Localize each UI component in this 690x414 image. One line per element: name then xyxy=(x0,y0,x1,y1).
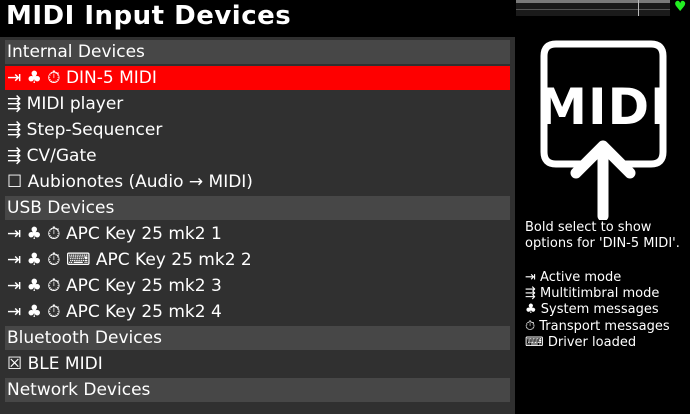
device-apc-key-25-3[interactable]: ⇥ ♣ ⏱ APC Key 25 mk2 3 xyxy=(5,274,510,298)
device-midi-player[interactable]: ⇶ MIDI player xyxy=(5,92,510,116)
legend-driver-loaded: ⌨ Driver loaded xyxy=(525,334,637,350)
section-network-devices: Network Devices xyxy=(5,378,510,402)
info-line-1: Bold select to show xyxy=(525,220,652,235)
title-bar: MIDI Input Devices xyxy=(0,0,515,36)
level-meter-line xyxy=(516,9,670,10)
level-meter xyxy=(516,0,670,16)
section-bluetooth-devices: Bluetooth Devices xyxy=(5,326,510,350)
device-apc-key-25-4[interactable]: ⇥ ♣ ⏱ APC Key 25 mk2 4 xyxy=(5,300,510,324)
legend-active-mode: ⇥ Active mode xyxy=(525,270,622,285)
legend-transport-messages: ⏱ Transport messages xyxy=(525,318,670,334)
legend: ⇥ Active mode ⇶ Multitimbral mode ♣ Syst… xyxy=(525,270,670,351)
legend-multitimbral-mode: ⇶ Multitimbral mode xyxy=(525,286,660,302)
arrow-up-icon xyxy=(570,140,636,220)
level-meter-bar xyxy=(516,0,670,3)
device-din5-midi[interactable]: ⇥ ♣ ⏱ DIN-5 MIDI xyxy=(5,66,510,90)
device-ble-midi[interactable]: ☒ BLE MIDI xyxy=(5,352,510,376)
info-text: Bold select to show options for 'DIN-5 M… xyxy=(525,220,680,252)
legend-system-messages: ♣ System messages xyxy=(525,302,659,318)
page-title: MIDI Input Devices xyxy=(6,1,292,31)
section-internal-devices: Internal Devices xyxy=(5,40,510,64)
device-step-sequencer[interactable]: ⇶ Step-Sequencer xyxy=(5,118,510,142)
device-list[interactable]: Internal Devices ⇥ ♣ ⏱ DIN-5 MIDI ⇶ MIDI… xyxy=(0,37,515,414)
info-panel: MIDI Bold select to show options for 'DI… xyxy=(516,18,690,414)
heart-icon: ♥ xyxy=(674,0,687,15)
level-meter-tick xyxy=(638,0,639,16)
device-cv-gate[interactable]: ⇶ CV/Gate xyxy=(5,144,510,168)
section-usb-devices: USB Devices xyxy=(5,196,510,220)
device-apc-key-25-1[interactable]: ⇥ ♣ ⏱ APC Key 25 mk2 1 xyxy=(5,222,510,246)
info-line-2: options for 'DIN-5 MIDI'. xyxy=(525,236,680,251)
midi-logo-text: MIDI xyxy=(538,78,669,136)
device-apc-key-25-2[interactable]: ⇥ ♣ ⏱ ⌨ APC Key 25 mk2 2 xyxy=(5,248,510,272)
device-aubionotes[interactable]: ☐ Aubionotes (Audio → MIDI) xyxy=(5,170,510,194)
